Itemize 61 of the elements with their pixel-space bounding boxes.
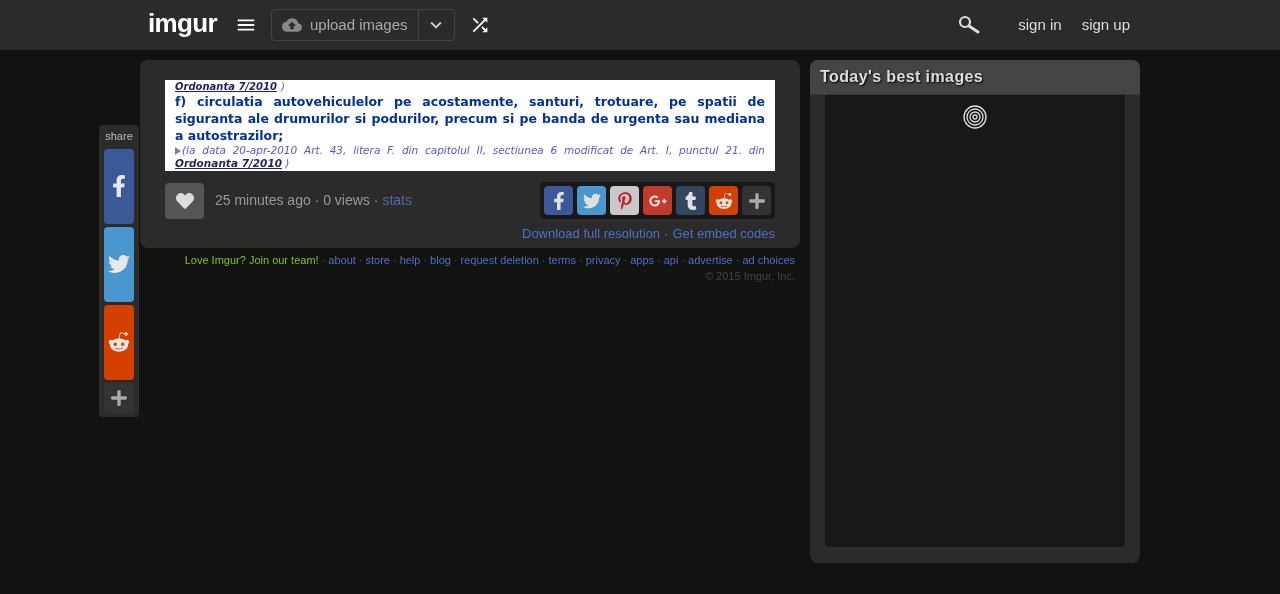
share-label: share (105, 129, 133, 144)
separator: · (453, 252, 458, 268)
footer-link[interactable]: help (399, 251, 421, 268)
document-link[interactable]: Ordonanta 7/2010 (175, 157, 282, 169)
share-button[interactable] (104, 304, 134, 380)
footer-link[interactable]: apps (630, 251, 655, 268)
share-button[interactable] (643, 186, 672, 215)
alien-icon (108, 331, 130, 353)
share-button[interactable] (742, 186, 771, 215)
alien-icon (714, 191, 733, 210)
loading-spinner-icon (963, 105, 987, 129)
separator: · (735, 252, 740, 268)
footer-link[interactable]: request deletion (460, 251, 539, 268)
share-button[interactable] (610, 186, 639, 215)
separator: · (321, 252, 326, 268)
footer-link[interactable]: terms (548, 251, 576, 268)
sidebar-title: Today's best images (820, 67, 984, 87)
footer-link[interactable]: api (663, 251, 679, 268)
stats-link[interactable]: stats (382, 190, 412, 211)
favorite-button[interactable] (165, 182, 204, 219)
footer-link[interactable]: blog (430, 251, 451, 268)
triangle-icon (175, 147, 181, 155)
separator: · (681, 252, 686, 268)
separator: · (579, 252, 583, 268)
share-button[interactable] (709, 186, 738, 215)
separator: · (358, 252, 363, 268)
separator: · (392, 252, 397, 268)
share-button[interactable] (104, 148, 134, 224)
upload-button[interactable]: upload images (272, 10, 418, 40)
document-link[interactable]: Ordonanta 7/2010 (175, 81, 277, 93)
search-icon[interactable] (958, 15, 981, 35)
logo[interactable]: imgur (148, 10, 217, 36)
separator: · (623, 252, 628, 268)
upload-cloud-icon (282, 15, 302, 35)
nav-link[interactable]: sign up (1081, 13, 1130, 37)
nav-link[interactable]: sign in (1018, 13, 1062, 37)
bird-icon (108, 253, 130, 275)
footer-link[interactable]: advertise (688, 251, 733, 268)
download-link[interactable]: Download full resolution (522, 224, 661, 244)
plus-icon (747, 191, 766, 210)
post-meta: 25 minutes ago · 0 views · (215, 191, 379, 210)
separator: · (664, 225, 669, 243)
separator: · (423, 252, 428, 268)
separator: · (541, 252, 546, 268)
separator: · (657, 252, 661, 268)
embed-link[interactable]: Get embed codes (672, 224, 775, 244)
share-button[interactable] (104, 382, 134, 413)
footer-link[interactable]: privacy (585, 251, 621, 268)
footer-link[interactable]: ad choices (742, 251, 795, 268)
pinterest-icon (615, 191, 634, 210)
plus-icon (110, 388, 128, 407)
footer-link[interactable]: store (365, 251, 390, 268)
share-button[interactable] (544, 186, 573, 215)
document-text: ) (280, 81, 285, 93)
join-link[interactable]: Love Imgur? Join our team! (184, 251, 319, 268)
document-note: (la data 20-apr-2010 Art. 43, litera F. din capitolul II, sectiunea 6 modificat de Art. I, punctul 21. din Ordonanta 7/2010 ) (175, 144, 765, 169)
bird-icon (582, 191, 601, 210)
heart-icon (175, 191, 194, 210)
footer-link[interactable]: about (328, 251, 356, 268)
document-paragraph: f) circulatia autovehiculelor pe acostamente, santuri, trotuare, pe spatii de siguranta ale drumurilor si podurilor, precum si pe banda de urgenta sau mediana a autostrazilor; (175, 93, 765, 144)
share-button[interactable] (676, 186, 705, 215)
